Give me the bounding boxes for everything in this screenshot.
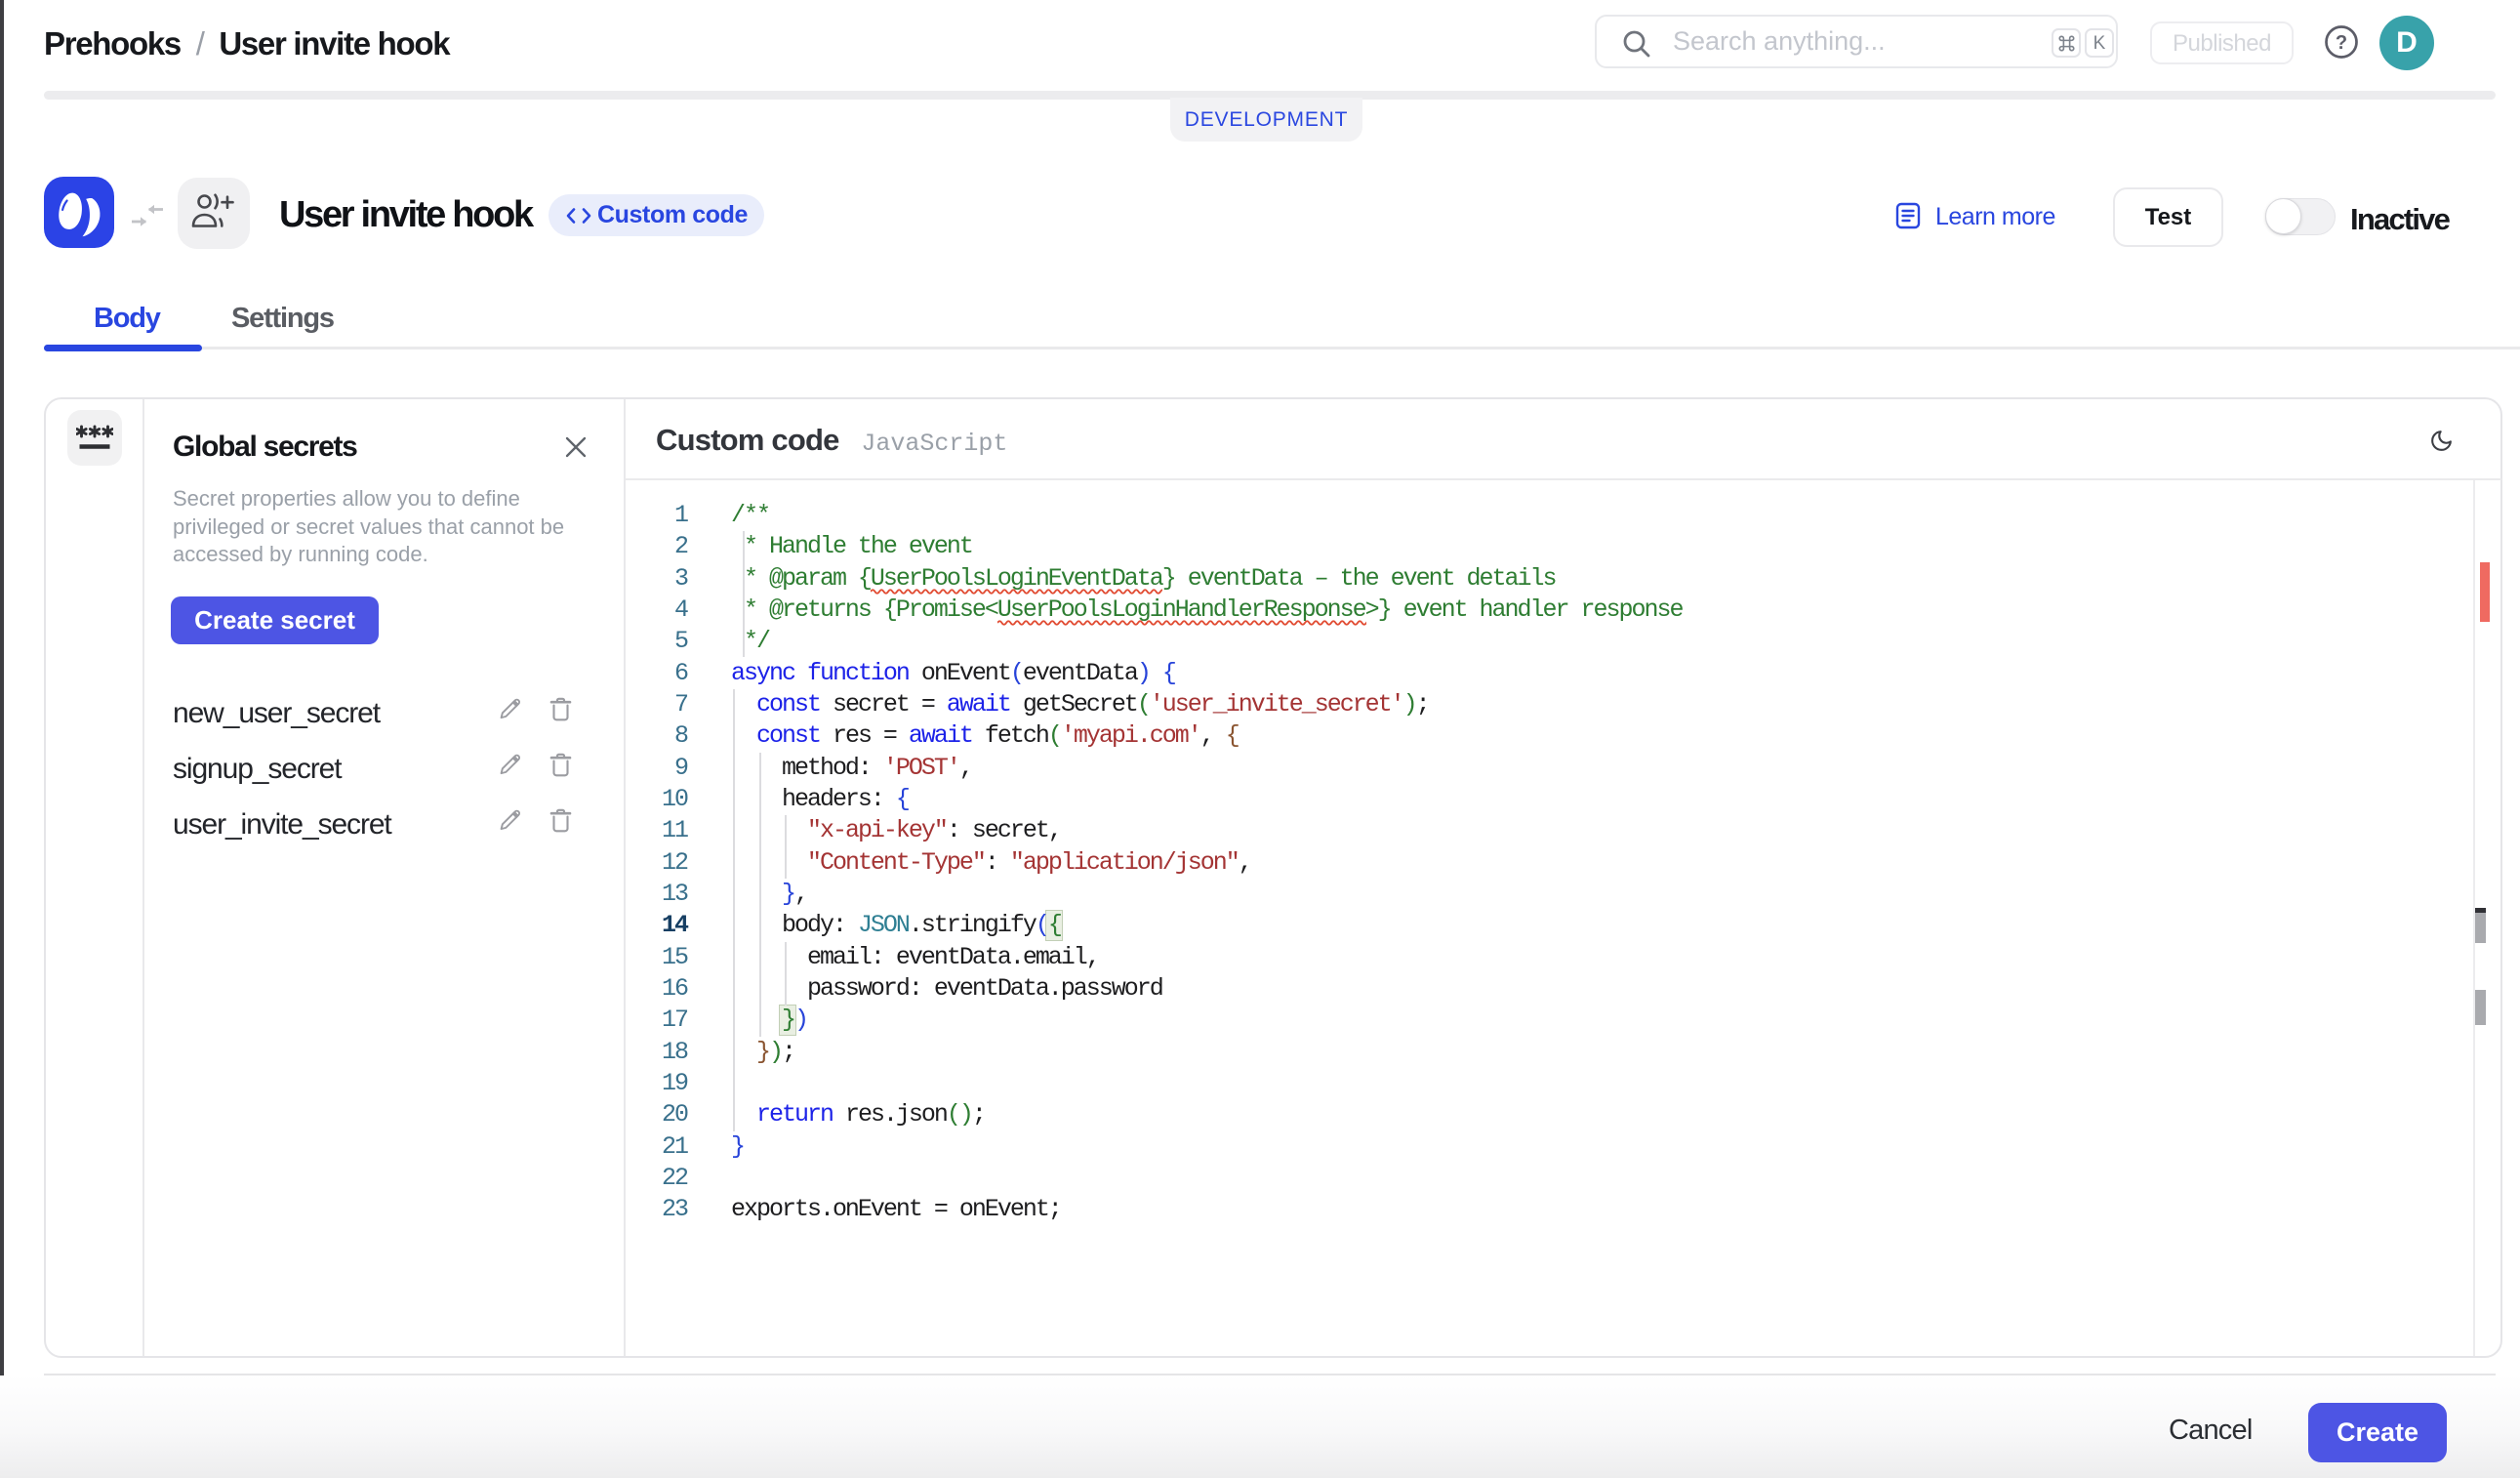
- svg-text:?: ?: [2336, 32, 2347, 54]
